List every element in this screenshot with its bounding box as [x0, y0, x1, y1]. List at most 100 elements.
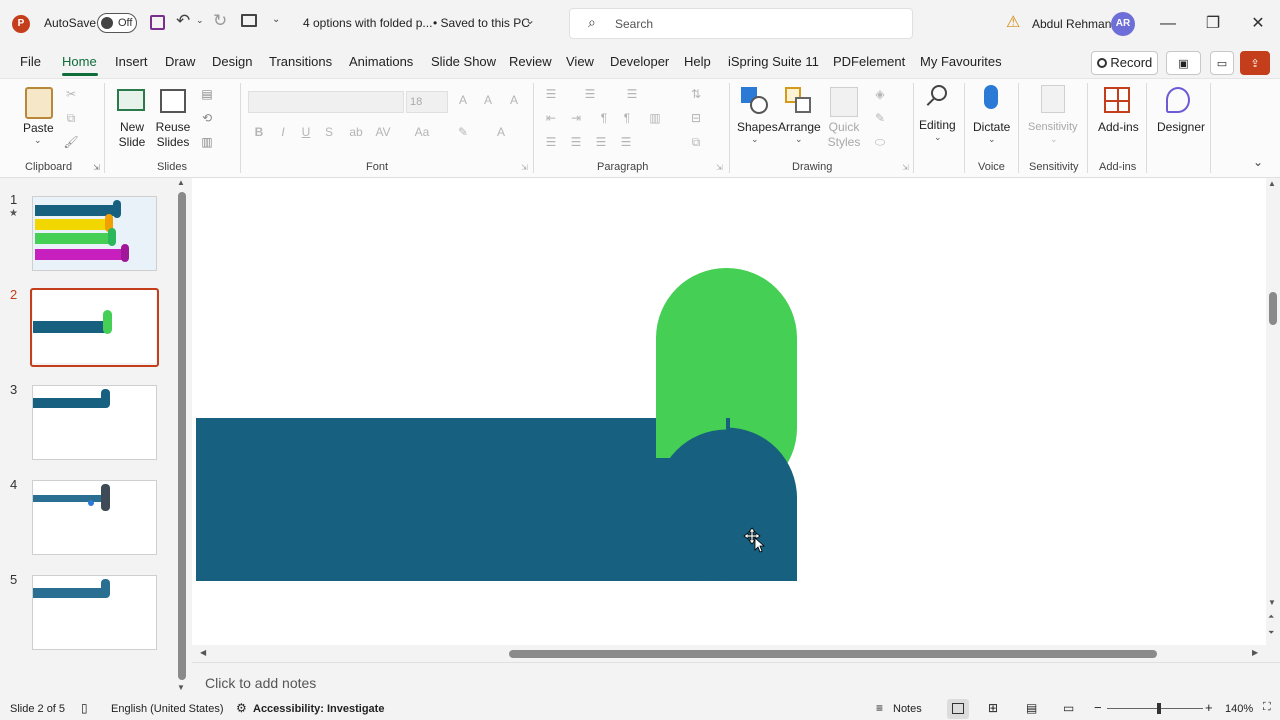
arrange-button[interactable]: Arrange [778, 120, 821, 135]
addins-button[interactable]: Add-ins [1098, 120, 1139, 135]
thumb-scrollbar-thumb[interactable] [178, 192, 186, 680]
addins-icon[interactable] [1104, 87, 1130, 113]
zoom-in-icon[interactable]: + [1205, 700, 1213, 715]
blue-curl-shape[interactable] [656, 429, 797, 582]
warning-icon[interactable]: ⚠ [1006, 12, 1020, 32]
slide-sorter-icon[interactable]: ⊞ [988, 701, 998, 715]
close-button[interactable]: ✕ [1238, 4, 1278, 44]
change-case-icon[interactable]: Aa [414, 125, 430, 139]
reading-view-icon[interactable]: ▤ [1026, 701, 1037, 715]
smartart-icon[interactable]: ⧉ [688, 135, 704, 149]
dictate-dropdown-icon[interactable]: ⌄ [988, 134, 996, 145]
vertical-scrollbar-thumb[interactable] [1269, 292, 1277, 325]
document-title[interactable]: 4 options with folded p... [303, 16, 432, 30]
scroll-left-icon[interactable]: ◀ [200, 648, 206, 657]
text-direction-icon[interactable]: ⇅ [688, 87, 704, 101]
cut-icon[interactable]: ✂ [63, 87, 79, 101]
slide-thumbnail-1[interactable] [32, 196, 157, 271]
sensitivity-icon[interactable] [1041, 85, 1065, 113]
clipboard-launcher-icon[interactable]: ⇲ [93, 163, 100, 172]
slide-editor-canvas[interactable] [192, 178, 1266, 645]
paste-icon[interactable] [25, 87, 53, 119]
tab-help[interactable]: Help [684, 54, 711, 69]
present-icon[interactable] [241, 14, 257, 27]
slide-thumbnail-2[interactable] [33, 290, 156, 363]
rtl-icon[interactable]: ¶ [619, 111, 635, 125]
collapse-ribbon-icon[interactable]: ⌄ [1253, 155, 1263, 169]
notes-pane[interactable]: Click to add notes [192, 662, 1280, 698]
tab-ispring[interactable]: iSpring Suite 11 [728, 54, 819, 69]
title-chevron-down-icon[interactable]: ⌄ [525, 13, 535, 27]
editing-dropdown-icon[interactable]: ⌄ [934, 132, 942, 143]
notes-placeholder[interactable]: Click to add notes [205, 675, 316, 691]
designer-icon[interactable] [1166, 87, 1190, 113]
drawing-launcher-icon[interactable]: ⇲ [902, 163, 909, 172]
avatar[interactable]: AR [1111, 12, 1135, 36]
columns-icon[interactable]: ▥ [647, 111, 663, 125]
new-slide-button[interactable]: New Slide [112, 120, 152, 150]
ltr-icon[interactable]: ¶ [596, 111, 612, 125]
tab-my-favourites[interactable]: My Favourites [920, 54, 1002, 69]
autosave-toggle[interactable]: Off [97, 13, 137, 33]
thumb-scroll-down-icon[interactable]: ▼ [177, 683, 185, 692]
teams-share-button[interactable]: ▣ [1166, 51, 1201, 75]
tab-developer[interactable]: Developer [610, 54, 669, 69]
tab-home[interactable]: Home [62, 54, 97, 69]
horizontal-scrollbar[interactable]: ◀ ▶ [196, 645, 1266, 662]
sensitivity-button[interactable]: Sensitivity [1028, 120, 1078, 135]
shape-outline-icon[interactable]: ✎ [872, 111, 888, 125]
fit-to-window-icon[interactable]: ⛶ [1263, 701, 1271, 714]
zoom-level[interactable]: 140% [1225, 703, 1253, 715]
copy-icon[interactable]: ⧉ [63, 111, 79, 125]
font-color-icon[interactable]: A [493, 125, 509, 139]
vertical-scrollbar[interactable]: ▲ ▼ ⏶ ⏷ [1266, 178, 1280, 645]
shadow-icon[interactable]: ab [348, 125, 364, 139]
arrange-icon[interactable] [785, 87, 813, 115]
shape-fill-icon[interactable]: ◈ [872, 87, 888, 101]
customize-toolbar-icon[interactable]: ⌄ [272, 14, 280, 25]
scroll-down-icon[interactable]: ▼ [1268, 598, 1276, 607]
search-input[interactable]: Search [615, 17, 653, 31]
bold-icon[interactable]: B [251, 125, 267, 139]
slide-thumbnail-4[interactable] [32, 480, 157, 555]
font-family-select[interactable] [248, 91, 404, 113]
tab-transitions[interactable]: Transitions [269, 54, 332, 69]
horizontal-scrollbar-thumb[interactable] [509, 650, 1157, 658]
tab-review[interactable]: Review [509, 54, 552, 69]
tab-animations[interactable]: Animations [349, 54, 413, 69]
accessibility-icon[interactable]: ⚙ [236, 701, 247, 715]
italic-icon[interactable]: I [275, 125, 291, 139]
normal-view-button[interactable] [947, 699, 969, 719]
previous-slide-icon[interactable]: ⏶ [1268, 612, 1274, 622]
blue-bar-shape[interactable] [196, 418, 730, 581]
designer-button[interactable]: Designer [1157, 120, 1205, 135]
slide-show-icon[interactable]: ▭ [1063, 701, 1074, 715]
share-button[interactable]: ⇪ [1240, 51, 1270, 75]
microphone-icon[interactable] [984, 85, 998, 109]
zoom-slider[interactable] [1107, 703, 1203, 714]
scroll-right-icon[interactable]: ▶ [1252, 648, 1258, 657]
tab-draw[interactable]: Draw [165, 54, 195, 69]
tab-design[interactable]: Design [212, 54, 252, 69]
strikethrough-icon[interactable]: S [321, 125, 337, 139]
notes-icon[interactable]: ≡ [876, 701, 883, 715]
dictate-button[interactable]: Dictate [973, 120, 1010, 135]
shapes-dropdown-icon[interactable]: ⌄ [751, 134, 759, 145]
format-painter-icon[interactable]: 🖌 [63, 135, 79, 149]
tab-insert[interactable]: Insert [115, 54, 148, 69]
paragraph-launcher-icon[interactable]: ⇲ [716, 163, 723, 172]
next-slide-icon[interactable]: ⏷ [1268, 628, 1274, 638]
zoom-out-icon[interactable]: − [1094, 700, 1102, 715]
quick-styles-icon[interactable] [830, 87, 858, 117]
justify-icon[interactable]: ☰ [618, 135, 634, 149]
save-icon[interactable] [150, 15, 165, 30]
editing-button[interactable]: Editing [919, 118, 956, 133]
character-spacing-icon[interactable]: AV [375, 125, 391, 139]
minimize-button[interactable]: — [1148, 4, 1188, 44]
user-name[interactable]: Abdul Rehman [1032, 17, 1111, 31]
undo-dropdown-icon[interactable]: ⌄ [196, 15, 204, 26]
paste-button[interactable]: Paste [23, 121, 54, 136]
quick-styles-button[interactable]: Quick Styles [826, 120, 862, 150]
shape-effects-icon[interactable]: ⬭ [872, 135, 888, 149]
restore-button[interactable]: ❐ [1193, 4, 1233, 44]
